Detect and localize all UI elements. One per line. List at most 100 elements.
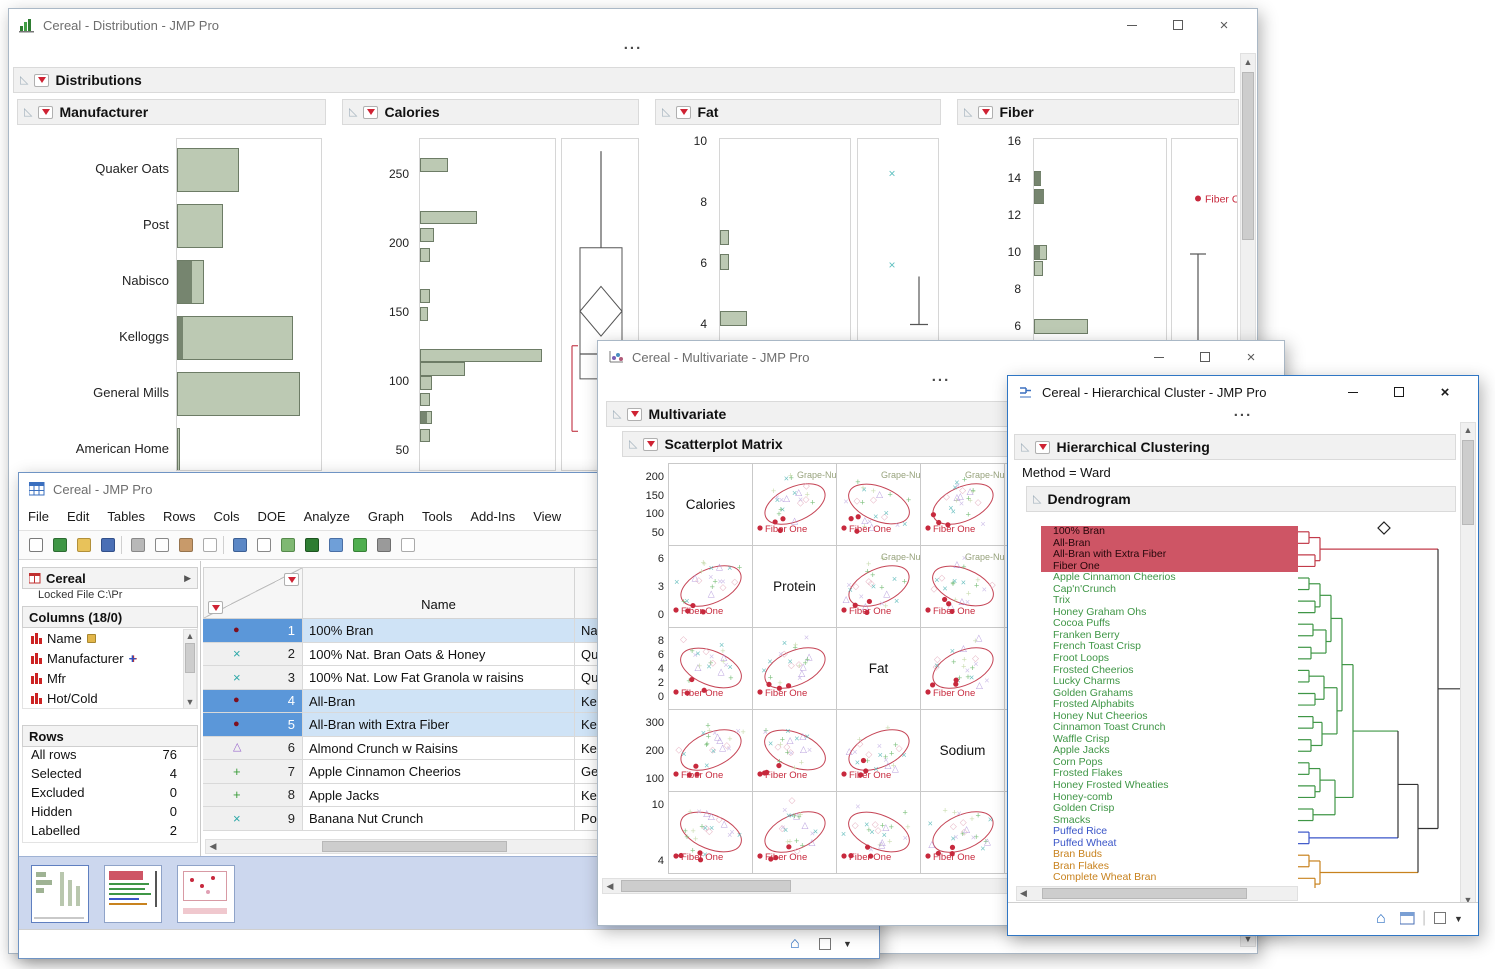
red-triangle-menu-icon[interactable]	[643, 438, 658, 451]
row-header-cell[interactable]: +7	[203, 760, 303, 784]
dendrogram-leaf[interactable]: Cocoa Puffs	[1041, 618, 1298, 630]
rows-stat-excluded[interactable]: Excluded0	[23, 785, 197, 804]
collapse-icon[interactable]: ◺	[20, 75, 28, 86]
journal-icon[interactable]	[253, 534, 275, 556]
paste-icon[interactable]	[175, 534, 197, 556]
dendrogram-leaf[interactable]: Corn Pops	[1041, 757, 1298, 769]
dendrogram-leaf[interactable]: 100% Bran	[1041, 526, 1298, 538]
minimize-button[interactable]	[1330, 378, 1376, 406]
vertical-scrollbar[interactable]: ▲ ▼	[1460, 422, 1476, 908]
bar-selected-portion[interactable]	[178, 317, 183, 359]
journal-thumbnail-scatter[interactable]	[177, 865, 235, 923]
histogram-bar[interactable]	[420, 307, 428, 321]
bar-selected-portion[interactable]	[178, 261, 192, 303]
maximize-button[interactable]	[1155, 11, 1201, 39]
minimize-button[interactable]	[1109, 11, 1155, 39]
maximize-button[interactable]	[1376, 378, 1422, 406]
matrix-scatter-cell[interactable]: ×+△◇×+×+△◇×+×+△◇×+×+Grape-NutsFiber One	[920, 463, 1005, 546]
scrollbar-thumb[interactable]	[1042, 888, 1247, 899]
save-icon[interactable]	[97, 534, 119, 556]
matrix-scatter-cell[interactable]: ×+△◇×+×+△◇×+×+△◇×+×+Fiber One	[752, 627, 837, 710]
row-header-cell[interactable]: +8	[203, 784, 303, 808]
dendrogram-leaf[interactable]: Puffed Wheat	[1041, 838, 1298, 850]
collapse-icon[interactable]: ◺	[964, 107, 972, 118]
journal-thumbnail-cluster[interactable]	[104, 865, 162, 923]
red-triangle-menu-icon[interactable]	[34, 74, 49, 87]
print-preview-icon[interactable]	[229, 534, 251, 556]
row-header-cell[interactable]: ×3	[203, 666, 303, 690]
checkbox[interactable]	[1434, 912, 1446, 924]
histogram-bar-selected[interactable]	[1035, 172, 1041, 185]
table-note-clipped[interactable]: Locked File C:\Pr	[22, 589, 198, 602]
dendrogram-h-scrollbar[interactable]: ◀	[1016, 886, 1298, 901]
dendrogram-leaf[interactable]: All-Bran	[1041, 538, 1298, 550]
column-item-mfr[interactable]: Mfr	[23, 668, 197, 688]
collapse-icon[interactable]: ◺	[349, 107, 357, 118]
dendrogram-leaf[interactable]: French Toast Crisp	[1041, 641, 1298, 653]
dendrogram-leaf[interactable]: Frosted Cheerios	[1041, 665, 1298, 677]
dendrogram-leaf[interactable]: Waffle Crisp	[1041, 734, 1298, 746]
more-tools-icon[interactable]	[397, 534, 419, 556]
cell-name[interactable]: All-Bran with Extra Fiber	[303, 713, 575, 737]
run-script-icon[interactable]	[349, 534, 371, 556]
checkbox[interactable]	[819, 938, 831, 950]
bar[interactable]	[177, 372, 300, 416]
dendrogram-leaf[interactable]: Honey Nut Cheerios	[1041, 711, 1298, 723]
row-header-cell[interactable]: ×2	[203, 643, 303, 667]
cut-icon[interactable]	[127, 534, 149, 556]
red-triangle-menu-icon[interactable]	[363, 106, 378, 119]
column-header-name[interactable]: Name	[303, 567, 575, 619]
collapse-icon[interactable]: ◺	[1021, 442, 1029, 453]
matrix-scatter-cell[interactable]: ×+△◇×+×+△◇×+×+△◇×+×+Grape-NutsFiber One	[836, 545, 921, 628]
open-icon[interactable]	[73, 534, 95, 556]
bar[interactable]	[177, 148, 239, 192]
matrix-scatter-cell[interactable]: ×+△◇×+×+△◇×+×+△◇×+×+Grape-NutsFiber One	[920, 545, 1005, 628]
cell-name[interactable]: Almond Crunch w Raisins	[303, 737, 575, 761]
paste-options-icon[interactable]	[199, 534, 221, 556]
histogram-bar-selected[interactable]	[1035, 246, 1040, 259]
scroll-left-icon[interactable]: ◀	[1017, 887, 1030, 900]
collapse-icon[interactable]: ◺	[24, 107, 32, 118]
matrix-scatter-cell[interactable]: ×+△◇×+×+△◇×+×+△◇×+×+Fiber One	[920, 627, 1005, 710]
layout-icon[interactable]	[277, 534, 299, 556]
dendrogram-leaf[interactable]: Complete Wheat Bran	[1041, 872, 1298, 884]
matrix-scatter-cell[interactable]: ×+△◇×+×+△◇×+×+△◇×+×+Grape-NutsFiber One	[836, 463, 921, 546]
columns-scrollbar[interactable]: ▲ ▼	[183, 629, 197, 709]
scroll-up-icon[interactable]: ▲	[1461, 423, 1475, 437]
scroll-up-icon[interactable]: ▲	[1241, 54, 1255, 69]
outline-fat[interactable]: ◺ Fat	[655, 99, 941, 125]
row-header-cell[interactable]: ●4	[203, 690, 303, 714]
dendrogram-leaf[interactable]: Puffed Rice	[1041, 826, 1298, 838]
menu-graph[interactable]: Graph	[359, 505, 413, 528]
scroll-left-icon[interactable]: ◀	[206, 840, 220, 853]
histogram-bar[interactable]	[1034, 319, 1088, 334]
histogram-bar-selected[interactable]	[421, 412, 427, 424]
scrollbar-thumb[interactable]	[1462, 440, 1474, 525]
dendrogram-leaf[interactable]: Trix	[1041, 595, 1298, 607]
close-button[interactable]: ×	[1422, 378, 1468, 406]
cell-name[interactable]: 100% Nat. Low Fat Granola w raisins	[303, 666, 575, 690]
windows-icon[interactable]	[1400, 912, 1415, 925]
matrix-diagonal-cell[interactable]: Sodium	[920, 709, 1005, 792]
dendrogram-leaf[interactable]: Bran Buds	[1041, 849, 1298, 861]
dendrogram-leaf[interactable]: Golden Crisp	[1041, 803, 1298, 815]
menu-dropdown-icon[interactable]: ▼	[1454, 914, 1463, 924]
outline-calories[interactable]: ◺ Calories	[342, 99, 639, 125]
collapse-icon[interactable]: ◺	[1033, 494, 1041, 505]
matrix-scatter-cell[interactable]: ×+△◇×+×+△◇×+×+△◇×+×+Fiber One	[752, 791, 837, 874]
scrollbar-thumb[interactable]	[322, 841, 507, 852]
new-data-table-icon[interactable]	[25, 534, 47, 556]
journal-thumbnail-distribution[interactable]	[31, 865, 89, 923]
dendrogram-tree[interactable]	[1298, 516, 1470, 888]
matrix-diagonal-cell[interactable]: Protein	[752, 545, 837, 628]
menu-doe[interactable]: DOE	[248, 505, 294, 528]
window-grip[interactable]: ...	[9, 41, 1257, 55]
rows-stat-selected[interactable]: Selected4	[23, 766, 197, 785]
dendrogram-leaf[interactable]: Honey Graham Ohs	[1041, 607, 1298, 619]
outline-dendrogram[interactable]: ◺ Dendrogram	[1026, 486, 1456, 512]
cluster-titlebar[interactable]: Cereal - Hierarchical Cluster - JMP Pro …	[1008, 376, 1478, 408]
dendrogram-leaf[interactable]: Cinnamon Toast Crunch	[1041, 722, 1298, 734]
outline-manufacturer[interactable]: ◺ Manufacturer	[17, 99, 326, 125]
matrix-scatter-cell[interactable]: ×+△◇×+×+△◇×+×+△◇×+×+Fiber One	[668, 627, 753, 710]
row-header-cell[interactable]: △6	[203, 737, 303, 761]
